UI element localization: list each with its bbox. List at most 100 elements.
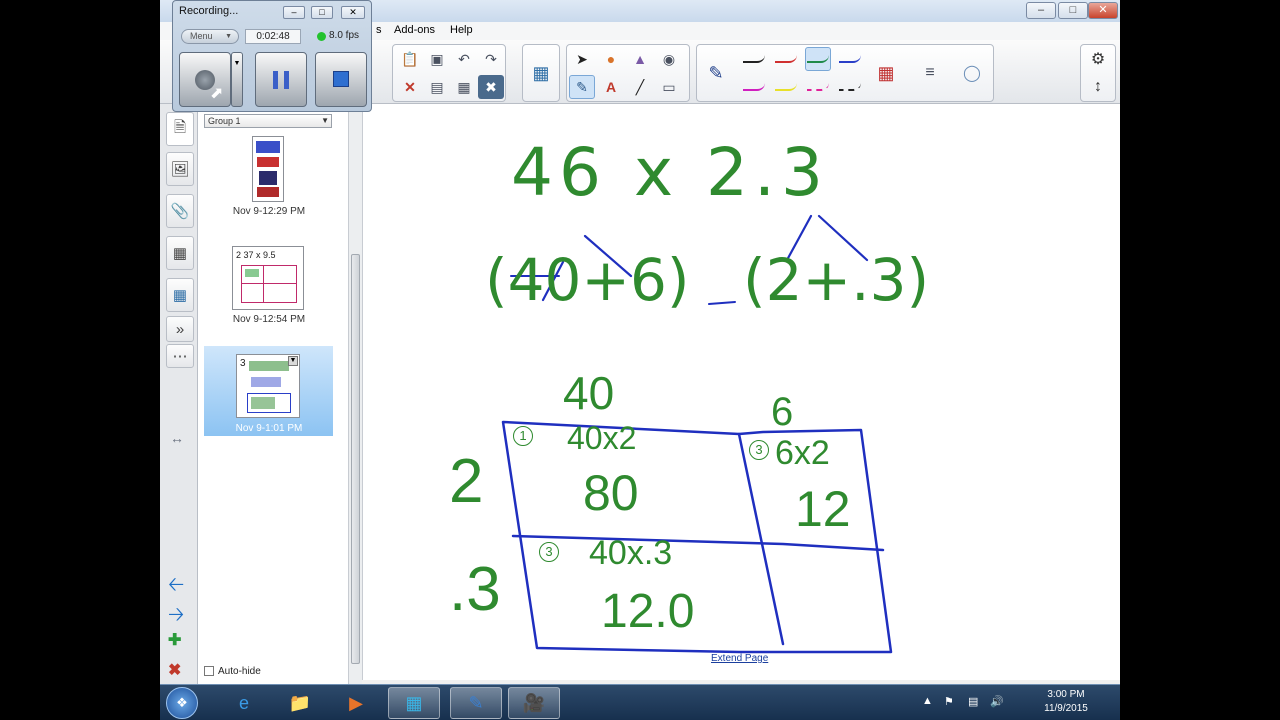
draw-tools-group: ➤ ● ▲ ◉ ✎ A ╱ ▭ bbox=[566, 44, 690, 102]
puzzle-icon[interactable]: ▦ bbox=[528, 61, 554, 85]
notebook-app-icon[interactable]: ▦ bbox=[388, 687, 440, 719]
minimize-button[interactable]: – bbox=[1026, 2, 1056, 19]
page-menu-arrow-icon[interactable]: ▼ bbox=[288, 356, 298, 366]
add-page-icon[interactable]: ✚ bbox=[168, 630, 181, 650]
menu-item-help[interactable]: Help bbox=[450, 24, 473, 36]
fill-icon[interactable]: ◉ bbox=[656, 47, 682, 71]
previous-page-icon[interactable]: 🡠 bbox=[168, 570, 184, 604]
menu-item-tools-tail[interactable]: s bbox=[376, 24, 382, 36]
windows-logo-icon: ❖ bbox=[176, 695, 188, 710]
pause-icon bbox=[273, 71, 289, 89]
sorter-scrollbar[interactable] bbox=[348, 104, 362, 684]
eraser-bucket-icon[interactable]: ▲ bbox=[627, 47, 653, 71]
pen-style-red[interactable] bbox=[773, 47, 799, 71]
step-badge: 1 bbox=[513, 426, 533, 446]
pause-button[interactable] bbox=[255, 52, 307, 107]
page-thumbnail-label: Nov 9-12:54 PM bbox=[232, 314, 306, 325]
network-icon[interactable]: ▤ bbox=[968, 695, 978, 708]
pen-styles-group: ✎ ▦ ≡ ◯ bbox=[696, 44, 994, 102]
flag-icon[interactable]: ⚑ bbox=[944, 695, 954, 708]
pens-icon[interactable]: ✎ bbox=[569, 75, 595, 99]
expand-tabs-icon[interactable]: » bbox=[166, 316, 194, 342]
recorder-minimize-button[interactable]: – bbox=[283, 6, 305, 19]
maximize-button[interactable]: □ bbox=[1058, 2, 1088, 19]
delete-page-icon[interactable]: ✖ bbox=[168, 660, 181, 680]
side-tab-rail: 🗎 🖼 📎 ▦ ▦ » ⋯ ↔ 🡠 🡢 ✚ ✖ bbox=[160, 104, 198, 684]
transparency-icon[interactable]: ◯ bbox=[959, 61, 985, 85]
taskbar: ❖ e 📁 ▶ ▦ ✎ 🎥 ▲ ⚑ ▤ 🔊 3:00 PM 11/9/2015 bbox=[160, 684, 1120, 720]
recorder-close-button[interactable]: ✕ bbox=[341, 6, 365, 19]
addons-puzzle-icon[interactable]: ▦ bbox=[166, 278, 194, 312]
eraser-icon[interactable]: ▭ bbox=[656, 75, 682, 99]
undo-icon[interactable]: ↶ bbox=[451, 47, 477, 71]
whiteboard-canvas[interactable]: 46 x 2.3 (40+6) (2+.3) 40 6 2 .3 1 40x2 … bbox=[362, 104, 1120, 680]
chevron-down-icon: ▼ bbox=[321, 116, 329, 125]
menu-item-add-ons[interactable]: Add-ons bbox=[394, 24, 435, 36]
close-button[interactable]: ✕ bbox=[1088, 2, 1118, 19]
recorder-maximize-button[interactable]: □ bbox=[311, 6, 333, 19]
pen-style-green[interactable] bbox=[805, 47, 831, 71]
right-decomposition: (2+.3) bbox=[743, 246, 930, 314]
step-badge: 3 bbox=[539, 542, 559, 562]
pen-style-yellow[interactable] bbox=[773, 75, 799, 99]
page-thumbnail-preview-text: 2 37 x 9.5 bbox=[236, 250, 276, 260]
media-player-icon[interactable]: ▶ bbox=[330, 687, 382, 719]
close-x-icon[interactable]: ✖ bbox=[478, 75, 504, 99]
chevron-down-icon: ▼ bbox=[225, 33, 232, 40]
record-options-dropdown[interactable]: ▼ bbox=[231, 52, 243, 107]
notebook-app-icon-2[interactable]: ✎ bbox=[450, 687, 502, 719]
column-label-ones: 6 bbox=[771, 390, 794, 434]
pen-style-blue[interactable] bbox=[837, 47, 863, 71]
paste-icon[interactable]: 📋 bbox=[397, 47, 423, 71]
system-clock[interactable]: 3:00 PM 11/9/2015 bbox=[1026, 688, 1106, 716]
table-icon[interactable]: ▦ bbox=[451, 75, 477, 99]
text-icon[interactable]: A bbox=[598, 75, 624, 99]
stop-button[interactable] bbox=[315, 52, 367, 107]
page-sorter-icon[interactable]: 🗎 bbox=[166, 112, 194, 146]
pen-style-black[interactable] bbox=[741, 47, 767, 71]
status-dot-icon bbox=[317, 32, 326, 41]
auto-hide-checkbox[interactable] bbox=[204, 666, 214, 676]
gear-icon[interactable]: ⚙ bbox=[1085, 47, 1111, 71]
pen-style-black-dashed[interactable] bbox=[837, 75, 863, 99]
left-decomposition: (40+6) bbox=[485, 246, 690, 314]
extend-page-link[interactable]: Extend Page bbox=[711, 653, 768, 664]
properties-icon[interactable]: ▦ bbox=[166, 236, 194, 270]
stop-icon bbox=[333, 71, 349, 87]
group-select[interactable]: Group 1 ▼ bbox=[204, 114, 332, 128]
shapes-icon[interactable]: ● bbox=[598, 47, 624, 71]
auto-hide-label: Auto-hide bbox=[218, 666, 261, 677]
browser-icon[interactable]: e bbox=[218, 687, 270, 719]
more-tabs-icon[interactable]: ⋯ bbox=[166, 344, 194, 368]
line-icon[interactable]: ╱ bbox=[627, 75, 653, 99]
mouse-cursor-icon: ⬈ bbox=[210, 85, 224, 102]
step-badge: 3 bbox=[749, 440, 769, 460]
redo-icon[interactable]: ↷ bbox=[478, 47, 504, 71]
start-button[interactable]: ❖ bbox=[166, 687, 198, 719]
page-thumbnail-2[interactable]: 2 37 x 9.5 bbox=[232, 246, 304, 310]
next-page-icon[interactable]: 🡢 bbox=[168, 600, 184, 634]
tray-expand-icon[interactable]: ▲ bbox=[922, 695, 933, 707]
recorder-window: Recording... – □ ✕ Menu ▼ 0:02:48 8.0 fp… bbox=[172, 0, 372, 112]
screen-shade-icon[interactable]: ▤ bbox=[424, 75, 450, 99]
scrollbar-thumb[interactable] bbox=[351, 254, 360, 664]
recorder-app-icon[interactable]: 🎥 bbox=[508, 687, 560, 719]
pen-icon[interactable]: ✎ bbox=[703, 61, 729, 85]
screen-capture-icon[interactable]: ▣ bbox=[424, 47, 450, 71]
record-button[interactable]: ⬈ bbox=[179, 52, 231, 107]
color-palette-icon[interactable]: ▦ bbox=[873, 61, 899, 85]
move-toolbar-icon[interactable]: ↕ bbox=[1085, 75, 1111, 99]
folder-icon[interactable]: 📁 bbox=[274, 687, 326, 719]
line-thickness-icon[interactable]: ≡ bbox=[917, 61, 943, 85]
select-pointer-icon[interactable]: ➤ bbox=[569, 47, 595, 71]
attachments-icon[interactable]: 📎 bbox=[166, 194, 194, 228]
volume-icon[interactable]: 🔊 bbox=[990, 695, 1004, 708]
gallery-icon[interactable]: 🖼 bbox=[166, 152, 194, 186]
delete-icon[interactable]: ✕ bbox=[397, 75, 423, 99]
pen-style-pink-dashed[interactable] bbox=[805, 75, 831, 99]
addons-group: ▦ bbox=[522, 44, 560, 102]
pen-style-magenta[interactable] bbox=[741, 75, 767, 99]
recorder-menu-button[interactable]: Menu ▼ bbox=[181, 29, 239, 44]
page-thumbnail-1[interactable] bbox=[252, 136, 284, 202]
resize-arrows-icon[interactable]: ↔ bbox=[170, 430, 184, 446]
